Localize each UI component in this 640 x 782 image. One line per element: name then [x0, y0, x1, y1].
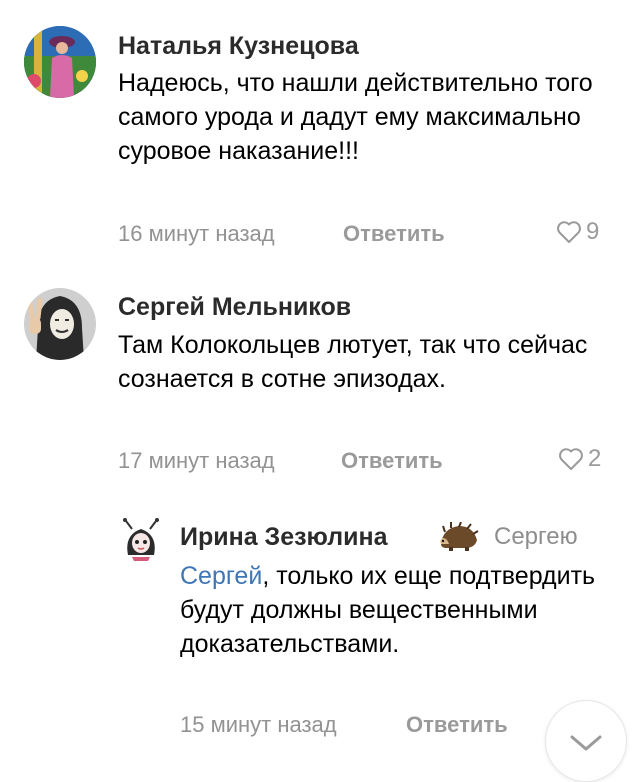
comment-time: 16 минут назад — [118, 221, 275, 246]
avatar[interactable] — [118, 515, 164, 561]
comment-text: Там Колокольцев лютует, так что сейчас с… — [118, 331, 588, 393]
like-count: 9 — [586, 218, 600, 245]
heart-outline-icon — [556, 220, 582, 244]
avatar-photo — [24, 288, 96, 360]
avatar[interactable] — [24, 288, 96, 360]
scroll-down-button[interactable] — [545, 700, 627, 782]
reply-button[interactable]: Ответить — [406, 712, 508, 738]
chevron-down-icon — [568, 733, 604, 758]
reply-to-label[interactable]: Сергею — [494, 523, 578, 551]
comment-author[interactable]: Наталья Кузнецова — [118, 32, 359, 61]
comment-author[interactable]: Сергей Мельников — [118, 293, 351, 322]
reply-button[interactable]: Ответить — [341, 448, 443, 474]
heart-outline-icon — [558, 447, 584, 471]
avatar-drawing — [118, 515, 164, 561]
like-count: 2 — [588, 445, 602, 472]
like-button[interactable]: 2 — [558, 445, 601, 473]
avatar[interactable] — [24, 26, 96, 98]
avatar-photo — [24, 26, 96, 98]
comment-text: Надеюсь, что нашли действительно того са… — [118, 69, 593, 165]
reply-text: Сергей, только их еще подтвердить будут … — [180, 559, 600, 661]
hedgehog-icon — [437, 521, 479, 557]
comment-time: 17 минут назад — [118, 448, 275, 473]
like-button[interactable]: 9 — [556, 218, 599, 246]
reply-time: 15 минут назад — [180, 712, 337, 737]
reply-author[interactable]: Ирина Зезюлина — [180, 523, 388, 552]
mention-link[interactable]: Сергей — [180, 562, 262, 590]
reply-button[interactable]: Ответить — [343, 221, 445, 247]
